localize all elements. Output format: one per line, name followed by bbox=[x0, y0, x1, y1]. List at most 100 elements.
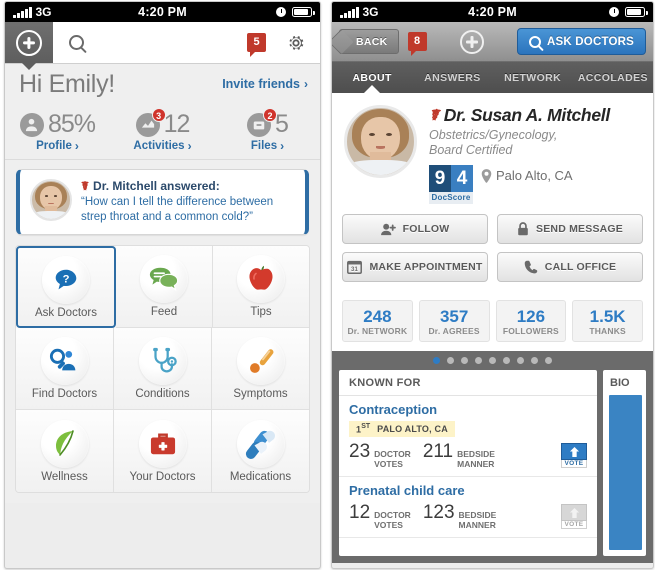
doctor-votes-label-2: VOTES bbox=[374, 459, 403, 470]
stat-files-badge: 2 bbox=[263, 107, 278, 122]
search-button[interactable] bbox=[53, 22, 247, 63]
vote-button-label: VOTE bbox=[561, 520, 587, 529]
known-for-stats: 12 DOCTOR VOTES 123 BEDSIDE MANNER VOTE bbox=[349, 502, 587, 530]
carousel-dot[interactable] bbox=[447, 357, 454, 364]
stat-thanks[interactable]: 1.5K THANKS bbox=[572, 300, 643, 342]
bedside-manner-value: 211 bbox=[422, 441, 454, 463]
vote-button[interactable]: VOTE bbox=[561, 442, 587, 468]
docscore-location-row: 9 4 DocScore Palo Alto, CA bbox=[429, 165, 610, 204]
follow-button[interactable]: FOLLOW bbox=[342, 214, 488, 244]
docscore-badge[interactable]: 9 4 DocScore bbox=[429, 165, 473, 204]
stat-files[interactable]: 2 5 Files › bbox=[215, 107, 320, 153]
left-nav-right-group: 5 bbox=[247, 22, 320, 63]
question-bubble-icon: ? bbox=[42, 255, 90, 304]
back-button-label: BACK bbox=[356, 35, 388, 48]
stat-dr-network[interactable]: 248 Dr. NETWORK bbox=[342, 300, 413, 342]
carousel-dot[interactable] bbox=[475, 357, 482, 364]
alarm-clock-icon bbox=[609, 7, 619, 17]
carousel-pagination[interactable] bbox=[332, 357, 653, 370]
bedside-manner-value: 123 bbox=[422, 502, 455, 524]
known-for-item-prenatal[interactable]: Prenatal child care 12 DOCTOR VOTES 123 bbox=[339, 477, 597, 539]
chevron-right-icon: › bbox=[74, 139, 79, 153]
stat-activities-value: 12 bbox=[163, 110, 191, 138]
stat-profile[interactable]: 85% Profile › bbox=[5, 110, 110, 153]
plus-circle-icon[interactable] bbox=[459, 29, 484, 54]
tile-your-doctors[interactable]: Your Doctors bbox=[114, 410, 212, 492]
chevron-right-icon: › bbox=[187, 139, 192, 153]
tab-accolades[interactable]: ACCOLADES bbox=[573, 62, 653, 93]
ask-doctors-button[interactable]: ASK DOCTORS bbox=[517, 28, 646, 55]
tab-network[interactable]: NETWORK bbox=[493, 62, 573, 93]
docscore-digits: 9 4 bbox=[429, 165, 473, 192]
bio-card-placeholder bbox=[609, 395, 642, 550]
tile-conditions[interactable]: Conditions bbox=[114, 328, 212, 410]
invite-friends-label: Invite friends bbox=[222, 77, 300, 91]
carousel-dot[interactable] bbox=[545, 357, 552, 364]
make-appointment-button[interactable]: 31 MAKE APPOINTMENT bbox=[342, 252, 488, 282]
answer-card-title: Dr. Mitchell answered: bbox=[93, 179, 220, 193]
status-right-group bbox=[609, 7, 648, 17]
tile-ask-doctors[interactable]: ? Ask Doctors bbox=[16, 246, 116, 328]
stat-activities-top: 3 12 bbox=[135, 107, 191, 139]
tile-symptoms[interactable]: Symptoms bbox=[212, 328, 309, 410]
vote-button[interactable]: VOTE bbox=[561, 503, 587, 529]
carousel-dot[interactable] bbox=[517, 357, 524, 364]
tab-about[interactable]: ABOUT bbox=[332, 62, 412, 93]
profile-carousel: KNOWN FOR Contraception 1ST PALO ALTO, C… bbox=[332, 351, 653, 563]
dual-phone-screenshot: 3G 4:20 PM 5 Hi Emily! Invite friends › … bbox=[0, 0, 655, 570]
call-office-button[interactable]: CALL OFFICE bbox=[497, 252, 643, 282]
status-time: 4:20 PM bbox=[468, 5, 517, 19]
known-for-name: Prenatal child care bbox=[349, 483, 465, 499]
tile-row-1: ? Ask Doctors Feed Tips bbox=[16, 246, 309, 328]
known-for-region: PALO ALTO, CA bbox=[377, 424, 448, 435]
tile-medications[interactable]: Medications bbox=[212, 410, 309, 492]
pills-icon bbox=[236, 419, 285, 468]
known-for-item-contraception[interactable]: Contraception 1ST PALO ALTO, CA 23 DOCTO… bbox=[339, 396, 597, 478]
known-for-name: Contraception bbox=[349, 402, 438, 417]
bedside-manner-label-1: BEDSIDE bbox=[458, 510, 497, 521]
stat-dr-agrees-value: 357 bbox=[439, 307, 469, 326]
stat-dr-agrees[interactable]: 357 Dr. AGREES bbox=[418, 300, 490, 342]
tile-tips[interactable]: Tips bbox=[213, 246, 309, 328]
doctor-specialty: Obstetrics/Gynecology, Board Certified bbox=[429, 128, 610, 158]
stat-activities[interactable]: 3 12 Activities › bbox=[110, 107, 215, 153]
tile-find-doctors[interactable]: Find Doctors bbox=[16, 328, 114, 410]
stat-profile-value: 85% bbox=[47, 110, 96, 138]
carousel-dot[interactable] bbox=[461, 357, 468, 364]
tile-feed[interactable]: Feed bbox=[116, 246, 213, 328]
carousel-dot[interactable] bbox=[489, 357, 496, 364]
add-button[interactable] bbox=[5, 22, 53, 63]
doctor-name: Dr. Susan A. Mitchell bbox=[443, 105, 610, 125]
doctor-search-icon bbox=[40, 337, 89, 385]
invite-friends-link[interactable]: Invite friends › bbox=[222, 77, 308, 91]
feature-tile-grid-inner: ? Ask Doctors Feed Tips Find Doctors Con… bbox=[15, 245, 310, 493]
right-top-nav: BACK 8 ASK DOCTORS bbox=[332, 22, 653, 62]
doctor-votes-label-1: DOCTOR bbox=[374, 449, 411, 460]
carousel-dot[interactable] bbox=[531, 357, 538, 364]
bedside-manner-label-2: MANNER bbox=[457, 459, 495, 470]
send-message-button[interactable]: SEND MESSAGE bbox=[497, 214, 643, 244]
bio-card[interactable]: BIO bbox=[603, 370, 646, 556]
stat-activities-badge: 3 bbox=[151, 107, 166, 122]
caduceus-icon: ☤ bbox=[429, 107, 439, 124]
status-bar-left: 3G 4:20 PM bbox=[5, 2, 320, 22]
medical-bag-icon bbox=[138, 419, 187, 468]
notification-badge[interactable]: 5 bbox=[247, 33, 266, 57]
stat-files-top: 2 5 bbox=[247, 107, 289, 139]
doctor-answer-card[interactable]: ☤ Dr. Mitchell answered: “How can I tell… bbox=[16, 169, 309, 235]
answer-card-question: “How can I tell the difference between s… bbox=[81, 196, 274, 223]
left-phone-screen: 3G 4:20 PM 5 Hi Emily! Invite friends › … bbox=[4, 1, 321, 569]
doctor-votes-label-1: DOCTOR bbox=[374, 510, 411, 521]
svg-text:31: 31 bbox=[351, 267, 359, 273]
back-button[interactable]: BACK bbox=[339, 29, 399, 54]
tile-row-2: Find Doctors Conditions Symptoms bbox=[16, 328, 309, 410]
tab-answers[interactable]: ANSWERS bbox=[412, 62, 492, 93]
stat-followers[interactable]: 126 FOLLOWERS bbox=[495, 300, 567, 342]
notification-badge[interactable]: 8 bbox=[407, 32, 427, 56]
carousel-dot[interactable] bbox=[503, 357, 510, 364]
gear-icon[interactable] bbox=[286, 33, 306, 53]
bedside-manner-label: BEDSIDE MANNER bbox=[459, 510, 497, 530]
stat-dr-network-label: Dr. NETWORK bbox=[347, 326, 408, 336]
carousel-dot[interactable] bbox=[433, 357, 440, 364]
tile-wellness[interactable]: Wellness bbox=[16, 410, 114, 492]
